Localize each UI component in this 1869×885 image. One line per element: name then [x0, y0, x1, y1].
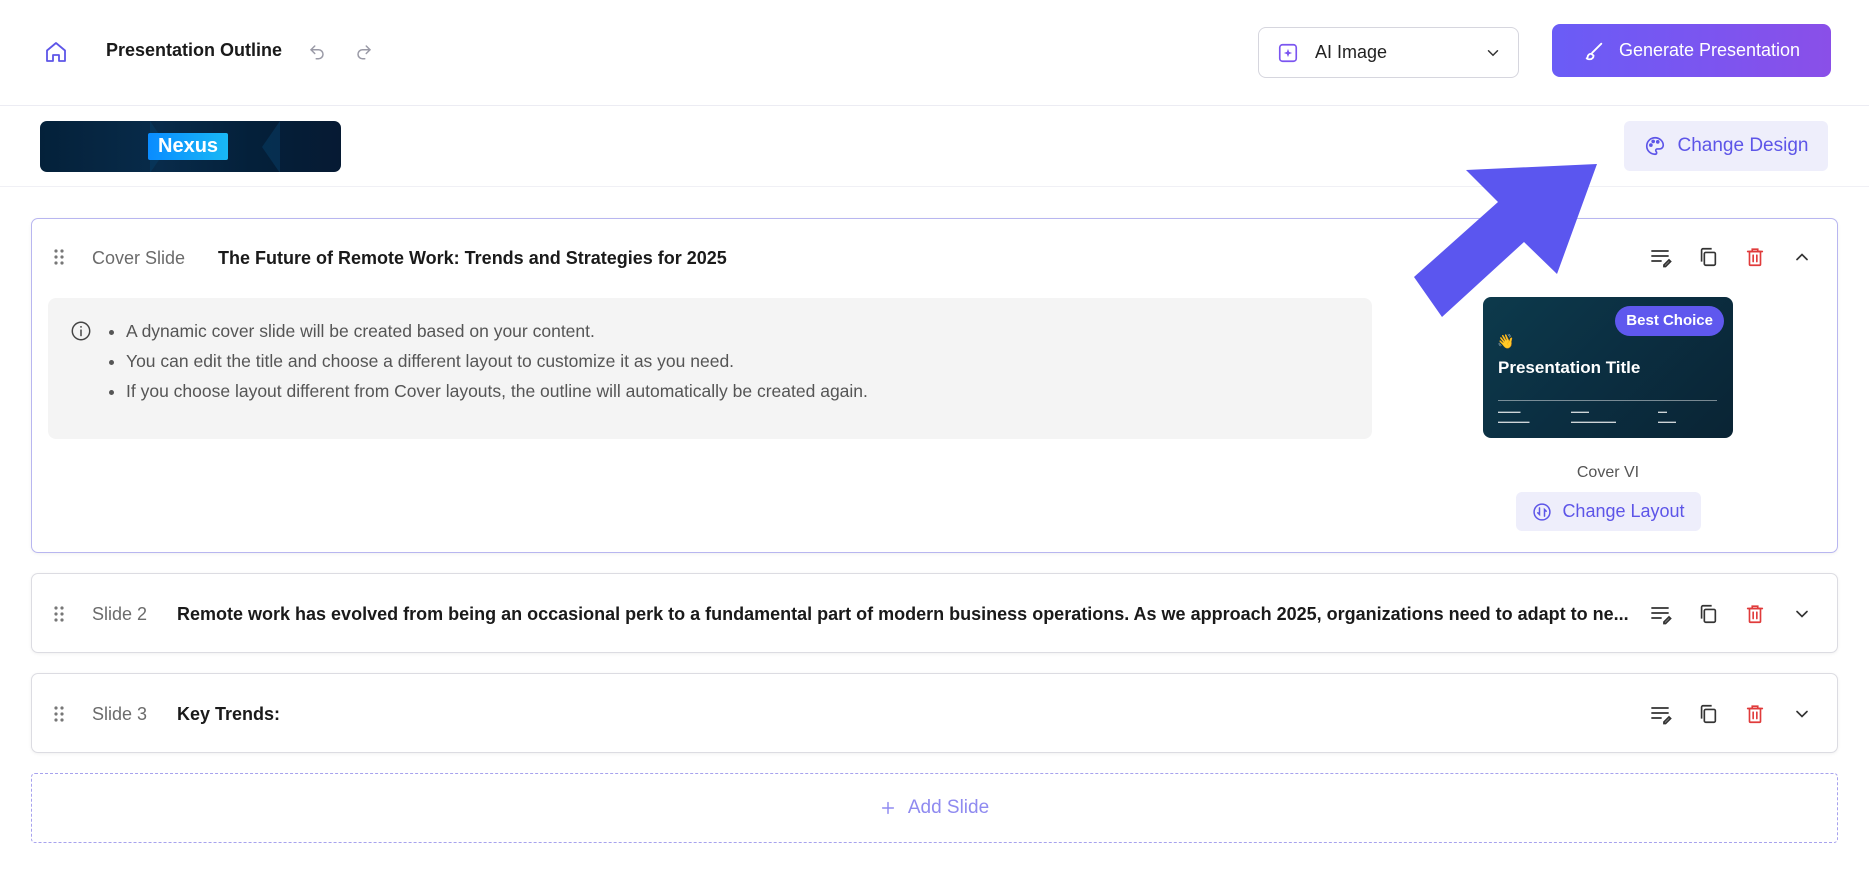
change-layout-label: Change Layout	[1562, 501, 1685, 521]
trash-icon	[1746, 605, 1764, 624]
copy-icon	[1700, 704, 1717, 724]
theme-name: Nexus	[148, 133, 229, 160]
palette-icon	[1645, 136, 1664, 156]
trash-icon	[1746, 248, 1764, 267]
chevron-down-icon	[1796, 610, 1808, 618]
theme-decoration	[262, 121, 280, 172]
slide-title[interactable]: Remote work has evolved from being an oc…	[177, 604, 1637, 625]
edit-outline-button[interactable]	[1647, 243, 1675, 271]
plus-icon	[881, 801, 894, 815]
drag-handle-icon[interactable]	[52, 247, 66, 267]
image-mode-value: AI Image	[1315, 42, 1388, 62]
change-design-button[interactable]: Change Design	[1624, 121, 1828, 171]
chevron-down-icon	[1796, 710, 1808, 718]
edit-list-icon	[1651, 607, 1672, 625]
generate-presentation-button[interactable]: Generate Presentation	[1552, 24, 1831, 77]
undo-icon	[310, 45, 324, 60]
preview-title: Presentation Title	[1498, 358, 1641, 377]
slide-title[interactable]: Key Trends:	[177, 704, 1577, 725]
delete-slide-button[interactable]	[1741, 243, 1769, 271]
preview-meta: ▬▬ ▬▬▬▬	[1658, 409, 1676, 424]
info-item: You can edit the title and choose a diff…	[126, 346, 868, 376]
info-item: If you choose layout different from Cove…	[126, 376, 868, 406]
trash-icon	[1746, 705, 1764, 724]
slide-label: Slide 3	[92, 704, 148, 724]
add-slide-label: Add Slide	[907, 797, 990, 818]
slide-label: Cover Slide	[92, 248, 186, 268]
undo-button[interactable]	[305, 40, 329, 64]
layout-name: Cover VI	[1576, 464, 1640, 481]
expand-slide-button[interactable]	[1788, 600, 1816, 628]
ai-image-icon	[1278, 43, 1298, 62]
collapse-slide-button[interactable]	[1788, 243, 1816, 271]
image-mode-select[interactable]: AI Image	[1258, 27, 1519, 78]
preview-meta: ▬▬▬▬▬ ▬▬▬▬▬▬▬	[1498, 409, 1530, 424]
slide-card-2: Slide 2 Remote work has evolved from bei…	[31, 573, 1838, 653]
chevron-down-icon	[1487, 49, 1499, 56]
swap-layout-icon	[1533, 502, 1552, 521]
edit-outline-button[interactable]	[1647, 700, 1675, 728]
duplicate-slide-button[interactable]	[1694, 700, 1722, 728]
chevron-up-icon	[1796, 253, 1808, 261]
duplicate-slide-button[interactable]	[1694, 600, 1722, 628]
copy-icon	[1700, 604, 1717, 624]
design-row: Nexus Change Design	[0, 107, 1869, 187]
wave-hand-icon: 👋	[1497, 333, 1515, 349]
edit-list-icon	[1651, 250, 1672, 268]
slide-label: Slide 2	[92, 604, 148, 624]
slide-card-3: Slide 3 Key Trends:	[31, 673, 1838, 753]
generate-presentation-label: Generate Presentation	[1618, 40, 1801, 60]
copy-icon	[1700, 247, 1717, 267]
edit-outline-button[interactable]	[1647, 600, 1675, 628]
layout-preview[interactable]: Best Choice 👋 Presentation Title ▬▬▬▬▬ ▬▬…	[1483, 297, 1733, 438]
add-slide-button[interactable]: Add Slide	[31, 773, 1838, 843]
brush-icon	[1585, 42, 1603, 60]
change-layout-button[interactable]: Change Layout	[1516, 492, 1701, 531]
duplicate-slide-button[interactable]	[1694, 243, 1722, 271]
best-choice-badge: Best Choice	[1615, 306, 1724, 336]
edit-list-icon	[1651, 707, 1672, 725]
redo-button[interactable]	[352, 40, 376, 64]
top-bar: Presentation Outline AI Image Generate P…	[0, 0, 1869, 106]
theme-thumbnail[interactable]: Nexus	[40, 121, 341, 172]
cover-info-list: A dynamic cover slide will be created ba…	[126, 316, 868, 406]
drag-handle-icon[interactable]	[52, 604, 66, 624]
preview-divider	[1498, 400, 1717, 401]
page-title: Presentation Outline	[106, 40, 283, 60]
home-button[interactable]	[42, 38, 70, 66]
expand-slide-button[interactable]	[1788, 700, 1816, 728]
drag-handle-icon[interactable]	[52, 704, 66, 724]
slide-card-cover: Cover Slide The Future of Remote Work: T…	[31, 218, 1838, 553]
info-icon	[71, 321, 91, 341]
preview-meta: ▬▬▬▬ ▬▬▬▬▬▬▬▬▬▬	[1571, 409, 1616, 424]
info-item: A dynamic cover slide will be created ba…	[126, 316, 868, 346]
redo-icon	[357, 45, 371, 60]
delete-slide-button[interactable]	[1741, 600, 1769, 628]
cover-info-box: A dynamic cover slide will be created ba…	[48, 298, 1372, 439]
delete-slide-button[interactable]	[1741, 700, 1769, 728]
slide-title[interactable]: The Future of Remote Work: Trends and St…	[218, 248, 1218, 269]
home-icon	[46, 42, 66, 62]
change-design-label: Change Design	[1677, 135, 1809, 156]
